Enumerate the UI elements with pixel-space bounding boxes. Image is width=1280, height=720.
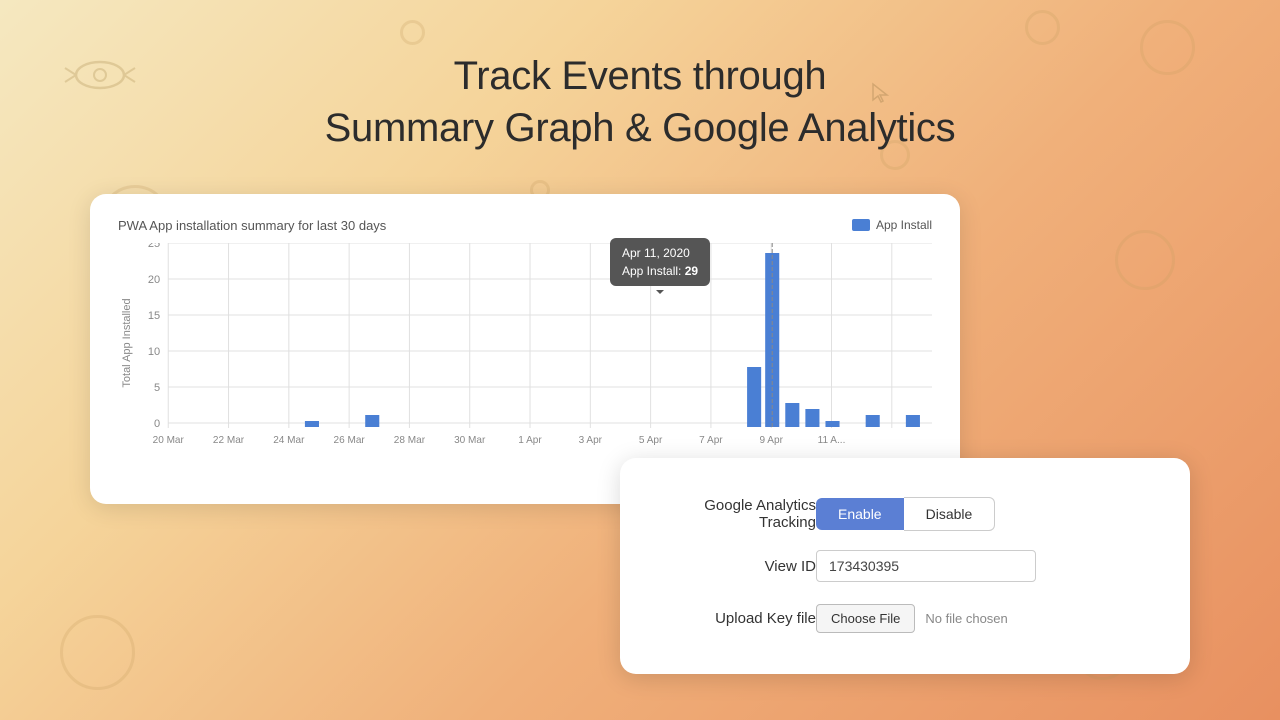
file-input-label[interactable]: Choose File No file chosen [816,604,1008,633]
tooltip-value: App Install: 29 [622,262,698,280]
view-id-input[interactable] [816,550,1036,582]
svg-text:9 Apr: 9 Apr [759,435,783,446]
svg-text:24 Mar: 24 Mar [273,435,305,446]
svg-text:Total App Installed: Total App Installed [121,298,133,387]
choose-file-button[interactable]: Choose File [816,604,915,633]
upload-label: Upload Key file [656,592,816,644]
svg-text:26 Mar: 26 Mar [334,435,366,446]
tracking-label: Google Analytics Tracking [656,488,816,540]
legend-label: App Install [876,218,932,232]
svg-text:3 Apr: 3 Apr [579,435,603,446]
tracking-row: Google Analytics Tracking Enable Disable [656,488,1154,540]
svg-text:0: 0 [154,418,160,430]
chart-svg-wrap: 0 5 10 15 20 25 Total App Installed [118,243,932,463]
legend-color-box [852,219,870,231]
tooltip-date: Apr 11, 2020 [622,244,698,262]
svg-text:5 Apr: 5 Apr [639,435,663,446]
main-content: Track Events through Summary Graph & Goo… [0,0,1280,674]
svg-text:20 Mar: 20 Mar [153,435,185,446]
page-title: Track Events through Summary Graph & Goo… [325,50,956,154]
chart-legend: App Install [852,218,932,232]
enable-button[interactable]: Enable [816,498,904,530]
view-id-label: View ID [656,540,816,592]
no-file-text: No file chosen [925,611,1007,626]
svg-text:20: 20 [148,274,160,286]
svg-text:22 Mar: 22 Mar [213,435,245,446]
disable-button[interactable]: Disable [904,497,996,531]
svg-text:28 Mar: 28 Mar [394,435,426,446]
svg-text:15: 15 [148,310,160,322]
svg-text:1 Apr: 1 Apr [518,435,542,446]
svg-text:30 Mar: 30 Mar [454,435,486,446]
analytics-card: Google Analytics Tracking Enable Disable… [620,458,1190,674]
enable-disable-controls: Enable Disable [816,497,1154,531]
svg-text:7 Apr: 7 Apr [699,435,723,446]
cards-area: PWA App installation summary for last 30… [90,194,1190,674]
upload-row: Upload Key file Choose File No file chos… [656,592,1154,644]
svg-text:11 A...: 11 A... [818,435,846,446]
svg-text:10: 10 [148,346,160,358]
chart-tooltip: Apr 11, 2020 App Install: 29 [610,238,710,286]
chart-title: PWA App installation summary for last 30… [118,218,932,233]
analytics-table: Google Analytics Tracking Enable Disable… [656,488,1154,644]
view-id-row: View ID [656,540,1154,592]
svg-text:25: 25 [148,243,160,250]
svg-text:5: 5 [154,382,160,394]
